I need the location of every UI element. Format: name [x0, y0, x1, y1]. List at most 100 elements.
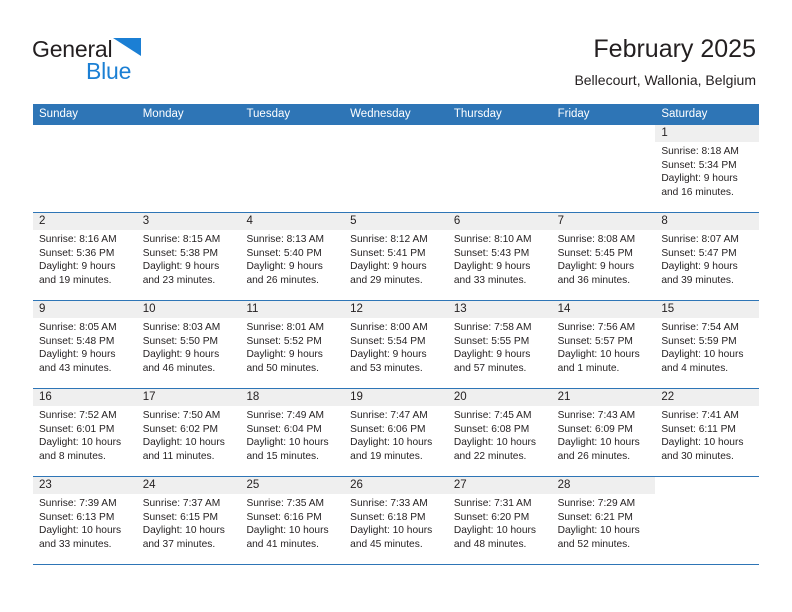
daylight-text: Daylight: 9 hours and 53 minutes.: [350, 349, 427, 374]
calendar-week-row: 2 Sunrise: 8:16 AM Sunset: 5:36 PM Daylight…: [33, 213, 760, 301]
day-number-band: 12: [344, 301, 448, 318]
weekday-header-row: Sunday Monday Tuesday Wednesday Thursday…: [33, 104, 759, 125]
day-number: 18: [246, 391, 260, 403]
calendar-day-cell[interactable]: 16 Sunrise: 7:52 AM Sunset: 6:01 PM Dayligh…: [33, 389, 137, 476]
sunset-text: Sunset: 6:20 PM: [453, 511, 530, 523]
day-info: Sunrise: 7:47 AM Sunset: 6:06 PM Daylight:…: [344, 406, 448, 463]
day-number: 24: [142, 479, 156, 491]
sunset-text: Sunset: 5:40 PM: [246, 247, 322, 259]
calendar-day-cell[interactable]: 2 Sunrise: 8:16 AM Sunset: 5:36 PM Daylight…: [33, 213, 137, 300]
day-info: Sunrise: 8:16 AM Sunset: 5:36 PM Daylight:…: [33, 230, 137, 287]
calendar-day-cell[interactable]: 9 Sunrise: 8:05 AM Sunset: 5:48 PM Daylight…: [33, 301, 137, 388]
day-number-band: 11: [240, 301, 345, 318]
sunset-text: Sunset: 5:34 PM: [661, 159, 737, 171]
calendar-day-cell[interactable]: 11 Sunrise: 8:01 AM Sunset: 5:52 PM Dayligh…: [240, 301, 345, 388]
sunset-text: Sunset: 6:21 PM: [557, 511, 633, 523]
day-number: 20: [453, 391, 467, 403]
day-number-band: 23: [33, 477, 137, 494]
title-block: February 2025 Bellecourt, Wallonia, Belg…: [574, 34, 756, 90]
calendar-day-cell[interactable]: 4 Sunrise: 8:13 AM Sunset: 5:40 PM Daylight…: [240, 213, 345, 300]
weekday-monday: Monday: [142, 108, 184, 120]
day-info: Sunrise: 7:45 AM Sunset: 6:08 PM Daylight:…: [448, 406, 552, 463]
day-info: Sunrise: 8:10 AM Sunset: 5:43 PM Daylight:…: [448, 230, 552, 287]
calendar-day-cell[interactable]: 8 Sunrise: 8:07 AM Sunset: 5:47 PM Daylight…: [655, 213, 760, 300]
day-info: Sunrise: 8:05 AM Sunset: 5:48 PM Daylight:…: [33, 318, 137, 375]
calendar-day-cell[interactable]: 14 Sunrise: 7:56 AM Sunset: 5:57 PM Dayligh…: [551, 301, 656, 388]
day-number-band: 17: [136, 389, 241, 406]
calendar-day-cell[interactable]: 22 Sunrise: 7:41 AM Sunset: 6:11 PM Dayligh…: [655, 389, 760, 476]
general-blue-logo: General Blue: [32, 36, 212, 92]
day-info: Sunrise: 7:52 AM Sunset: 6:01 PM Daylight:…: [33, 406, 137, 463]
day-number: 22: [661, 391, 675, 403]
day-info: Sunrise: 7:39 AM Sunset: 6:13 PM Daylight:…: [33, 494, 137, 551]
day-number: 27: [453, 479, 467, 491]
day-info: Sunrise: 8:08 AM Sunset: 5:45 PM Daylight:…: [552, 230, 656, 287]
sunset-text: Sunset: 6:15 PM: [142, 511, 219, 523]
calendar-day-cell[interactable]: 12 Sunrise: 8:00 AM Sunset: 5:54 PM Dayligh…: [344, 301, 448, 388]
calendar-day-cell[interactable]: 5 Sunrise: 8:12 AM Sunset: 5:41 PM Daylight…: [344, 213, 448, 300]
day-number-band: 3: [136, 213, 241, 230]
page-title: February 2025: [593, 35, 756, 63]
sunset-text: Sunset: 5:36 PM: [39, 247, 115, 259]
day-number-band: 28: [551, 477, 656, 494]
calendar-day-cell[interactable]: 20 Sunrise: 7:45 AM Sunset: 6:08 PM Dayligh…: [447, 389, 552, 476]
calendar-day-cell[interactable]: 25 Sunrise: 7:35 AM Sunset: 6:16 PM Dayligh…: [240, 477, 345, 564]
day-number-band: 4: [240, 213, 345, 230]
sunrise-text: Sunrise: 8:03 AM: [142, 322, 221, 333]
calendar-day-cell[interactable]: 18 Sunrise: 7:49 AM Sunset: 6:04 PM Dayligh…: [240, 389, 345, 476]
day-info: Sunrise: 7:58 AM Sunset: 5:55 PM Daylight:…: [448, 318, 552, 375]
day-number-band: 7: [551, 213, 656, 230]
calendar-day-cell[interactable]: 21 Sunrise: 7:43 AM Sunset: 6:09 PM Dayligh…: [551, 389, 656, 476]
day-info: Sunrise: 8:18 AM Sunset: 5:34 PM Daylight:…: [655, 142, 759, 199]
day-number: 2: [39, 215, 46, 227]
day-number: 5: [350, 215, 357, 227]
calendar-day-cell[interactable]: 28 Sunrise: 7:29 AM Sunset: 6:21 PM Dayligh…: [551, 477, 656, 564]
sunrise-text: Sunrise: 8:10 AM: [453, 234, 532, 245]
calendar-day-cell[interactable]: 1 Sunrise: 8:18 AM Sunset: 5:34 PM Daylight…: [655, 125, 760, 212]
calendar-day-cell[interactable]: 3 Sunrise: 8:15 AM Sunset: 5:38 PM Daylight…: [136, 213, 241, 300]
day-number: 10: [142, 303, 156, 315]
day-info: Sunrise: 8:03 AM Sunset: 5:50 PM Daylight:…: [137, 318, 241, 375]
sunrise-text: Sunrise: 7:58 AM: [453, 322, 532, 333]
daylight-text: Daylight: 10 hours and 1 minute.: [557, 349, 640, 374]
day-number-band: 22: [655, 389, 760, 406]
calendar-day-cell[interactable]: 10 Sunrise: 8:03 AM Sunset: 5:50 PM Dayligh…: [136, 301, 241, 388]
sunset-text: Sunset: 6:04 PM: [246, 423, 322, 435]
calendar-week-row: 23 Sunrise: 7:39 AM Sunset: 6:13 PM Dayligh…: [33, 477, 760, 565]
day-info: Sunrise: 8:01 AM Sunset: 5:52 PM Daylight:…: [240, 318, 344, 375]
daylight-text: Daylight: 9 hours and 57 minutes.: [453, 349, 531, 374]
day-info: Sunrise: 7:37 AM Sunset: 6:15 PM Daylight:…: [137, 494, 241, 551]
calendar-day-cell[interactable]: 23 Sunrise: 7:39 AM Sunset: 6:13 PM Dayligh…: [33, 477, 137, 564]
day-number-band: 10: [136, 301, 241, 318]
sunrise-text: Sunrise: 8:08 AM: [557, 234, 636, 245]
daylight-text: Daylight: 10 hours and 37 minutes.: [142, 525, 225, 550]
calendar-day-cell[interactable]: 6 Sunrise: 8:10 AM Sunset: 5:43 PM Daylight…: [447, 213, 552, 300]
weekday-thursday: Thursday: [453, 108, 502, 120]
calendar-day-cell[interactable]: 19 Sunrise: 7:47 AM Sunset: 6:06 PM Dayligh…: [344, 389, 448, 476]
sunrise-text: Sunrise: 7:31 AM: [453, 498, 532, 509]
day-number-band: [448, 125, 552, 142]
calendar-day-cell[interactable]: 13 Sunrise: 7:58 AM Sunset: 5:55 PM Dayligh…: [447, 301, 552, 388]
calendar-day-cell[interactable]: 7 Sunrise: 8:08 AM Sunset: 5:45 PM Daylight…: [551, 213, 656, 300]
sunset-text: Sunset: 5:45 PM: [557, 247, 633, 259]
sunset-text: Sunset: 6:09 PM: [557, 423, 633, 435]
sunset-text: Sunset: 6:18 PM: [350, 511, 426, 523]
calendar-day-cell[interactable]: 27 Sunrise: 7:31 AM Sunset: 6:20 PM Dayligh…: [447, 477, 552, 564]
calendar-day-cell[interactable]: 17 Sunrise: 7:50 AM Sunset: 6:02 PM Dayligh…: [136, 389, 241, 476]
day-number-band: 20: [447, 389, 552, 406]
day-info: Sunrise: 7:41 AM Sunset: 6:11 PM Daylight:…: [655, 406, 759, 463]
sunrise-text: Sunrise: 7:52 AM: [39, 410, 117, 421]
day-number-band: 13: [447, 301, 552, 318]
day-info: Sunrise: 7:43 AM Sunset: 6:09 PM Daylight:…: [552, 406, 656, 463]
calendar-day-cell[interactable]: 24 Sunrise: 7:37 AM Sunset: 6:15 PM Dayligh…: [136, 477, 241, 564]
day-number: 8: [661, 215, 668, 227]
sunset-text: Sunset: 6:16 PM: [246, 511, 322, 523]
calendar-day-cell[interactable]: 26 Sunrise: 7:33 AM Sunset: 6:18 PM Dayligh…: [344, 477, 448, 564]
day-number: 28: [557, 479, 571, 491]
calendar-day-cell-empty: [136, 125, 241, 212]
daylight-text: Daylight: 9 hours and 39 minutes.: [661, 261, 738, 286]
daylight-text: Daylight: 9 hours and 33 minutes.: [453, 261, 531, 286]
day-number: 4: [246, 215, 253, 227]
calendar-day-cell[interactable]: 15 Sunrise: 7:54 AM Sunset: 5:59 PM Dayligh…: [655, 301, 760, 388]
sunset-text: Sunset: 5:41 PM: [350, 247, 426, 259]
